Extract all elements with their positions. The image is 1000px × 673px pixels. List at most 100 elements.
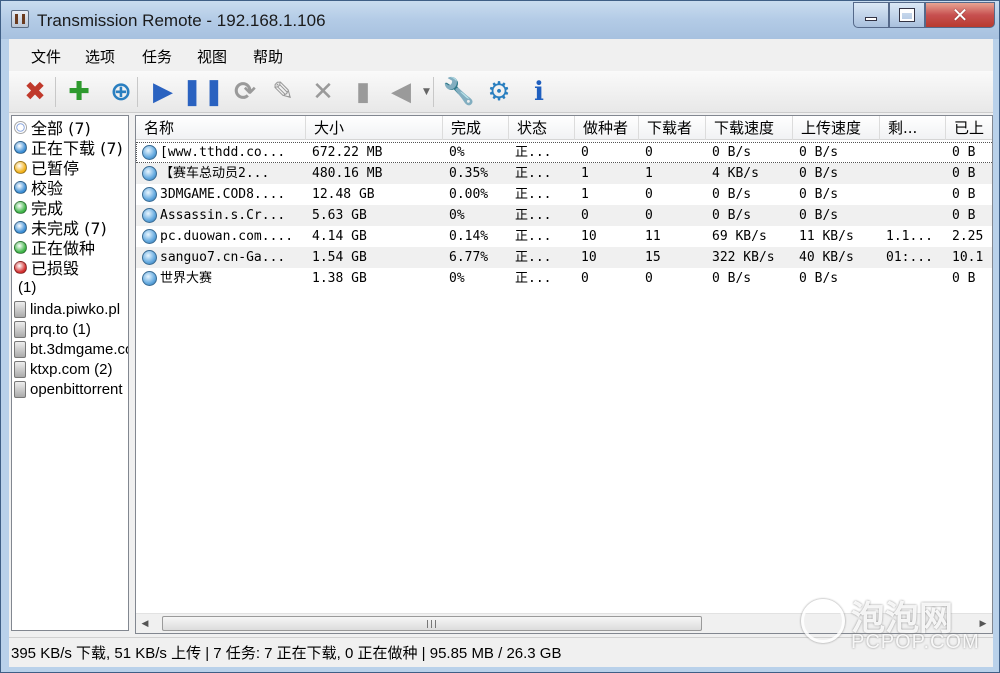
table-cell: sanguo7.cn-Ga... — [160, 250, 286, 265]
pause-button[interactable]: ❚❚ — [181, 74, 225, 110]
column-header[interactable]: 完成 — [443, 116, 509, 140]
toolbar: ✖ ✚ ⊕ ▶ ❚❚ ⟳ ✎ ✕ ▮ ◀ 🔧 ⚙ ℹ ▼ — [9, 71, 993, 113]
watermark-logo-icon — [801, 599, 845, 643]
table-cell: 2.25 — [952, 229, 984, 244]
disconnect-button[interactable]: ✖ — [17, 74, 53, 110]
scroll-thumb[interactable] — [162, 616, 702, 631]
status-dot-icon — [14, 140, 27, 154]
downloading-status-icon — [142, 250, 157, 265]
downloading-status-icon — [142, 229, 157, 244]
add-url-button[interactable]: ⊕ — [103, 74, 139, 110]
filter-item[interactable]: 正在做种 — [14, 237, 95, 258]
table-cell: 0 — [645, 208, 653, 223]
status-dot-icon — [14, 120, 27, 134]
table-cell: 0 B/s — [712, 145, 752, 160]
table-cell: 0 — [581, 271, 589, 286]
table-row[interactable]: [www.tthdd.co... 672.22 MB 0% 正... 0 0 0 B/s 0 … — [136, 142, 992, 163]
scroll-left-icon[interactable]: ◀ — [136, 614, 154, 633]
tracker-item[interactable]: ktxp.com (2) — [14, 359, 113, 379]
tracker-label: prq.to (1) — [30, 320, 91, 338]
table-cell: 0% — [449, 145, 465, 160]
status-dot-icon — [14, 180, 27, 194]
menu-tasks[interactable]: 任务 — [142, 46, 172, 67]
filter-item[interactable]: 校验 — [14, 177, 63, 198]
tracker-item[interactable]: openbittorrent — [14, 379, 123, 399]
table-cell: 1 — [645, 166, 653, 181]
column-header[interactable]: 上传速度 — [793, 116, 880, 140]
column-header[interactable]: 下载者 — [639, 116, 706, 140]
delete-data-button[interactable]: ▮ — [345, 74, 381, 110]
remove-icon: ✕ — [312, 77, 334, 107]
table-cell: 5.63 GB — [312, 208, 367, 223]
window-title: Transmission Remote - 192.168.1.106 — [37, 11, 326, 30]
minimize-button[interactable] — [853, 2, 889, 28]
filter-item[interactable]: 正在下载 (7) — [14, 137, 123, 158]
filter-item[interactable]: 全部 (7) — [14, 117, 91, 138]
downloading-status-icon — [142, 145, 157, 160]
table-cell: 11 — [645, 229, 661, 244]
filter-item[interactable]: 已暂停 — [14, 157, 79, 178]
table-cell: 0 — [645, 187, 653, 202]
toolbar-separator — [55, 77, 56, 107]
add-torrent-button[interactable]: ✚ — [61, 74, 97, 110]
table-cell: 正... — [515, 145, 552, 160]
column-header[interactable]: 剩... — [880, 116, 946, 140]
filter-item[interactable]: 完成 — [14, 197, 63, 218]
info-button[interactable]: ℹ — [521, 74, 557, 110]
table-cell: 0 B/s — [712, 271, 752, 286]
tracker-item[interactable]: bt.3dmgame.com — [14, 339, 128, 359]
server-icon — [14, 340, 26, 358]
title-bar[interactable]: Transmission Remote - 192.168.1.106 ✕ — [1, 1, 999, 39]
filter-item[interactable]: 已损毁 — [14, 257, 79, 278]
menu-options[interactable]: 选项 — [85, 46, 115, 67]
menu-help[interactable]: 帮助 — [253, 46, 283, 67]
network-settings-icon: ⚙ — [487, 77, 511, 107]
reannounce-button[interactable]: ⟳ — [227, 74, 263, 110]
start-icon: ▶ — [153, 77, 173, 107]
column-header[interactable]: 状态 — [509, 116, 575, 140]
tracker-item[interactable]: prq.to (1) — [14, 319, 91, 339]
filter-item[interactable]: 未完成 (7) — [14, 217, 107, 238]
table-cell: 0.00% — [449, 187, 489, 202]
table-row[interactable]: 【赛车总动员2... 480.16 MB 0.35% 正... 1 1 4 KB/s 0 B/… — [136, 163, 992, 184]
table-cell: 10.1 — [952, 250, 984, 265]
network-settings-button[interactable]: ⚙ — [481, 74, 517, 110]
watermark: 泡泡网 PCPOP.COM — [801, 591, 991, 661]
tools-button[interactable]: ✎ — [265, 74, 301, 110]
start-button[interactable]: ▶ — [145, 74, 181, 110]
table-row[interactable]: 3DMGAME.COD8.... 12.48 GB 0.00% 正... 1 0 0 B/s… — [136, 184, 992, 205]
table-cell: 672.22 MB — [312, 145, 383, 160]
table-cell: 世界大赛 — [160, 271, 213, 286]
table-row[interactable]: pc.duowan.com.... 4.14 GB 0.14% 正... 10 11 69 … — [136, 226, 992, 247]
tracker-item[interactable]: linda.piwko.pl — [14, 299, 120, 319]
speaker-button[interactable]: ◀ — [383, 74, 419, 110]
table-row[interactable]: sanguo7.cn-Ga... 1.54 GB 6.77% 正... 10 15 322 … — [136, 247, 992, 268]
column-header[interactable]: 做种者 — [575, 116, 639, 140]
table-cell: 0 B/s — [799, 145, 839, 160]
column-header[interactable]: 名称 — [136, 116, 306, 140]
settings-wrench-button[interactable]: 🔧 — [441, 74, 477, 110]
table-cell: 1.38 GB — [312, 271, 367, 286]
table-cell: 1.1... — [886, 229, 933, 244]
table-cell: 【赛车总动员2... — [160, 166, 270, 181]
menu-view[interactable]: 视图 — [197, 46, 227, 67]
remove-button[interactable]: ✕ — [305, 74, 341, 110]
table-cell: [www.tthdd.co... — [160, 145, 286, 160]
list-rows: [www.tthdd.co... 672.22 MB 0% 正... 0 0 0 B/s 0 … — [136, 142, 992, 289]
table-row[interactable]: Assassin.s.Cr... 5.63 GB 0% 正... 0 0 0 B/s 0 B/… — [136, 205, 992, 226]
close-button[interactable]: ✕ — [925, 2, 995, 28]
table-cell: 正... — [515, 166, 552, 181]
table-cell: 3DMGAME.COD8.... — [160, 187, 286, 202]
column-header[interactable]: 大小 — [306, 116, 443, 140]
table-cell: pc.duowan.com.... — [160, 229, 294, 244]
menu-file[interactable]: 文件 — [31, 46, 61, 67]
table-cell: 01:... — [886, 250, 933, 265]
column-header[interactable]: 下载速度 — [706, 116, 793, 140]
table-row[interactable]: 世界大赛 1.38 GB 0% 正... 0 0 0 B/s 0 B/s 0 B — [136, 268, 992, 289]
table-cell: 0 B — [952, 208, 976, 223]
dropdown-arrow-icon[interactable]: ▼ — [423, 87, 430, 97]
tracker-label: openbittorrent — [30, 380, 123, 398]
maximize-button[interactable] — [889, 2, 925, 28]
column-header[interactable]: 已上 — [946, 116, 992, 140]
table-cell: 0 B/s — [712, 187, 752, 202]
